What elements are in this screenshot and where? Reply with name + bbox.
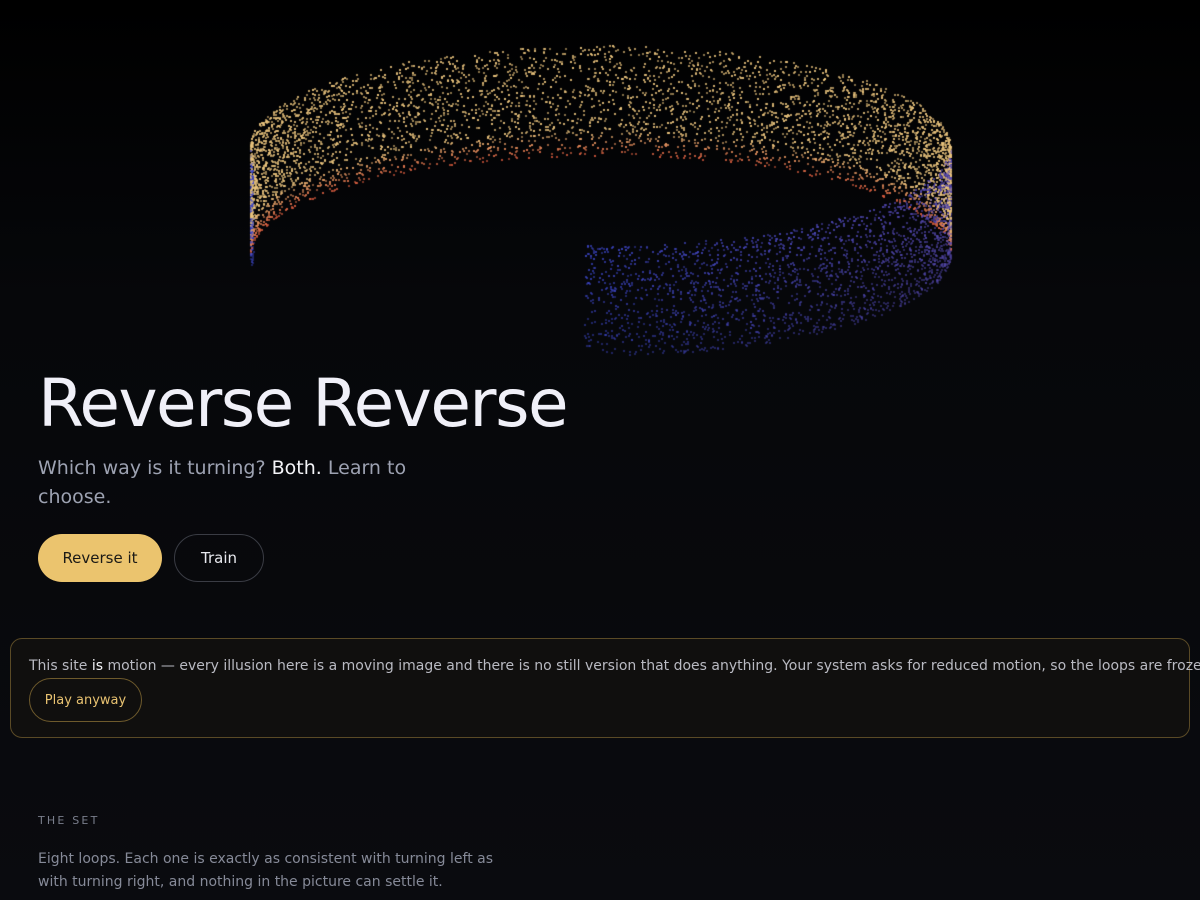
hero-subtitle: Which way is it turning? Both. Learn to … <box>38 454 418 512</box>
page: Reverse Reverse Which way is it turning?… <box>0 0 1200 900</box>
section-label: THE SET <box>38 814 100 827</box>
reduced-motion-notice: This site is motion — every illusion her… <box>10 638 1200 738</box>
hero-actions: Reverse it Train <box>38 534 264 582</box>
play-anyway-button[interactable]: Play anyway <box>29 678 142 722</box>
train-button[interactable]: Train <box>174 534 264 582</box>
notice-text-emphasis: is <box>91 658 103 674</box>
section-description: Eight loops. Each one is exactly as cons… <box>38 851 494 890</box>
subtitle-lead: Which way is it turning? <box>38 457 266 479</box>
notice-text-lead: This site <box>29 658 88 674</box>
notice-text: This site is motion — every illusion her… <box>29 656 1200 676</box>
subtitle-emphasis: Both. <box>271 457 322 479</box>
reverse-it-button[interactable]: Reverse it <box>38 534 162 582</box>
notice-text-tail: motion — every illusion here is a moving… <box>107 658 1200 674</box>
page-title: Reverse Reverse <box>38 365 569 442</box>
